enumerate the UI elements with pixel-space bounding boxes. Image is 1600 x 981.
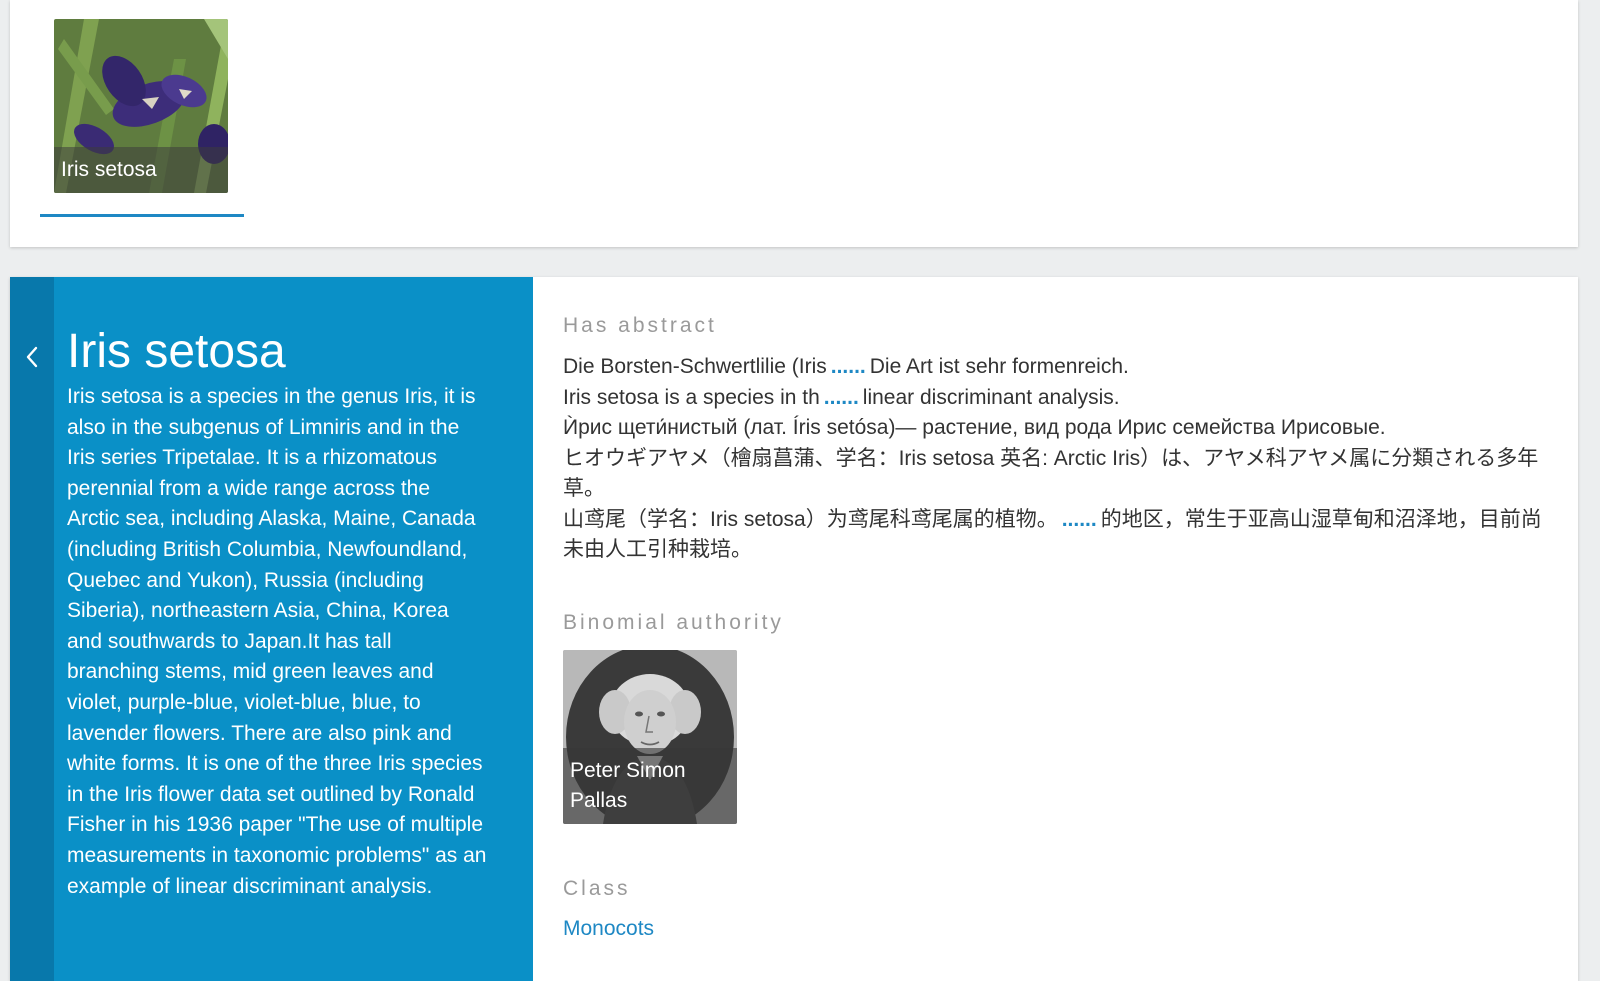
abstract-item-zh: 山鸢尾（学名：Iris setosa）为鸢尾科鸢尾属的植物。...... 的地区，… — [563, 505, 1548, 566]
binomial-authority-label: Binomial authority — [563, 611, 784, 634]
entity-title: Iris setosa — [67, 325, 286, 378]
class-link-monocots[interactable]: Monocots — [563, 917, 654, 941]
abstract-item-ja: ヒオウギアヤメ（檜扇菖蒲、学名：Iris setosa 英名: Arctic I… — [563, 444, 1548, 505]
authority-tile[interactable]: Peter Simon Pallas — [563, 650, 737, 824]
abstract-text-start: 山鸢尾（学名：Iris setosa）为鸢尾科鸢尾属的植物。 — [563, 507, 1058, 531]
active-tab-indicator — [40, 214, 244, 217]
abstract-list: Die Borsten-Schwertlilie (Iris...... Die … — [563, 352, 1548, 566]
abstract-text-end: Die Art ist sehr formenreich. — [869, 355, 1129, 378]
top-card: Iris setosa — [10, 0, 1578, 247]
tile-caption: Iris setosa — [54, 147, 228, 193]
back-button[interactable] — [10, 277, 54, 981]
abstract-text-end: linear discriminant analysis. — [862, 385, 1120, 409]
has-abstract-label: Has abstract — [563, 314, 717, 337]
summary-panel: Iris setosa Iris setosa is a species in … — [10, 277, 533, 981]
abstract-item-de: Die Borsten-Schwertlilie (Iris...... Die … — [563, 352, 1548, 383]
abstract-text: Ѝрис щети́нистый (лат. Íris setósa)— рас… — [563, 416, 1386, 439]
expand-more-link[interactable]: ...... — [824, 386, 859, 409]
main-card: Iris setosa Iris setosa is a species in … — [10, 277, 1578, 981]
expand-more-link[interactable]: ...... — [831, 355, 866, 378]
details-content: Has abstract Die Borsten-Schwertlilie (I… — [563, 277, 1553, 981]
class-label: Class — [563, 877, 631, 900]
authority-name: Peter Simon Pallas — [563, 748, 737, 824]
expand-more-link[interactable]: ...... — [1062, 508, 1097, 531]
abstract-text-start: Die Borsten-Schwertlilie (Iris — [563, 355, 827, 378]
abstract-item-en: Iris setosa is a species in th...... line… — [563, 383, 1548, 414]
chevron-left-icon — [26, 346, 38, 368]
abstract-item-ru: Ѝрис щети́нистый (лат. Íris setósa)— рас… — [563, 413, 1548, 444]
abstract-text: ヒオウギアヤメ（檜扇菖蒲、学名：Iris setosa 英名: Arctic I… — [563, 446, 1539, 501]
entity-abstract: Iris setosa is a species in the genus Ir… — [67, 385, 487, 898]
iris-setosa-tile[interactable]: Iris setosa — [54, 19, 228, 193]
abstract-text-start: Iris setosa is a species in th — [563, 385, 820, 409]
